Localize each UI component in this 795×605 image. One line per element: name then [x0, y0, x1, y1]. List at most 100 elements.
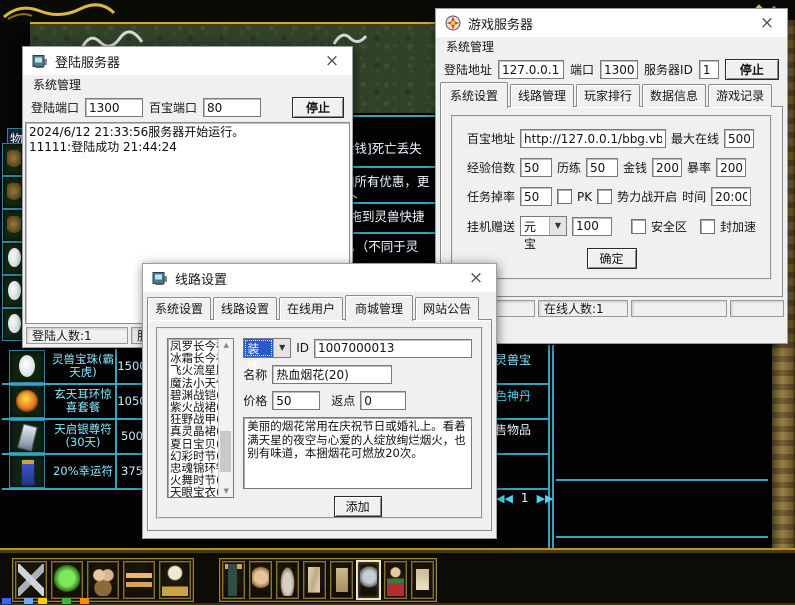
- login-port-input[interactable]: [85, 98, 144, 117]
- character-icon: [252, 564, 269, 596]
- toolbar-slot-craft[interactable]: [330, 561, 353, 599]
- bbg-port-input[interactable]: [203, 98, 262, 117]
- line-settings-tabs: 系统设置 线路设置 在线用户 商城管理 网站公告: [143, 295, 496, 321]
- menu-system-management[interactable]: 系统管理: [446, 38, 494, 55]
- toolbar-slot-pet[interactable]: [159, 561, 191, 599]
- line-settings-tab-2[interactable]: 线路设置: [213, 297, 278, 320]
- scrollbar-thumb[interactable]: [220, 430, 232, 472]
- toolbar-slot-forge[interactable]: [357, 561, 380, 599]
- max-online-input[interactable]: [724, 129, 755, 148]
- afk-gift-label: 挂机赠送: [467, 219, 516, 234]
- toolbar-group-left: [12, 558, 194, 602]
- mall-management-panel: 凤罗长今袍(女)冰霜长今袍(女)飞火流星服(男)魔法小天使(女)碧渊战铠(男)紫…: [147, 319, 492, 531]
- game-server-tab-2[interactable]: 线路管理: [510, 84, 575, 107]
- login-port-label: 登陆端口: [31, 101, 80, 115]
- afk-gift-type-select[interactable]: 元宝 ▼: [520, 216, 567, 251]
- game-server-tab-4[interactable]: 数据信息: [642, 84, 707, 107]
- toolbar-slot-attack[interactable]: [15, 561, 47, 599]
- line-settings-titlebar[interactable]: 线路设置 ×: [143, 264, 496, 292]
- shop-row[interactable]: 20%幸运符 375: [0, 454, 150, 488]
- money-rate-input[interactable]: [652, 158, 683, 177]
- faction-time-input[interactable]: [711, 187, 752, 206]
- stop-button[interactable]: 停止: [724, 59, 779, 80]
- minimap-dot: [80, 598, 89, 604]
- chevron-down-icon[interactable]: ▼: [548, 217, 566, 235]
- minimap-dot: [2, 598, 11, 604]
- faction-war-checkbox[interactable]: [597, 189, 613, 204]
- chevron-down-icon[interactable]: ▼: [273, 339, 291, 357]
- scroll-down-icon[interactable]: ▼: [219, 485, 233, 497]
- lilian-input[interactable]: [586, 158, 619, 177]
- page-prev-icon[interactable]: ◀◀: [496, 492, 513, 505]
- shop-item-name: 灵兽宝珠(霸天虎): [52, 352, 114, 379]
- bbg-port-label: 百宝端口: [149, 101, 198, 115]
- shop-row[interactable]: 灵兽宝珠(霸天虎) 1500: [0, 349, 150, 383]
- npc-icon: [387, 564, 404, 596]
- game-server-titlebar[interactable]: 游戏服务器 ×: [436, 9, 787, 37]
- price-input[interactable]: [272, 391, 321, 410]
- toolbar-slot-team[interactable]: [87, 561, 119, 599]
- exp-rate-label: 经验倍数: [467, 161, 516, 175]
- toolbar-slot-guild-flag[interactable]: [222, 561, 245, 599]
- close-icon[interactable]: ×: [465, 269, 487, 287]
- pet-icon: [162, 564, 188, 596]
- rebate-input[interactable]: [360, 391, 407, 410]
- toolbar-slot-bag[interactable]: [276, 561, 299, 599]
- game-server-tabs: 系统设置 线路管理 玩家排行 数据信息 游戏记录: [436, 82, 787, 108]
- login-address-label: 登陆地址: [444, 63, 493, 77]
- pk-checkbox[interactable]: [557, 189, 573, 204]
- line-settings-tab-5[interactable]: 网站公告: [415, 297, 480, 320]
- login-server-title: 登陆服务器: [55, 55, 121, 71]
- toolbar-slot-quest[interactable]: [303, 561, 326, 599]
- login-address-input[interactable]: [498, 60, 565, 79]
- quest-icon: [306, 564, 323, 596]
- toolbar-slot-trade[interactable]: [123, 561, 155, 599]
- game-server-tab-5[interactable]: 游戏记录: [708, 84, 773, 107]
- toolbar-group-right: [219, 558, 437, 602]
- line-settings-tab-3[interactable]: 在线用户: [279, 297, 344, 320]
- line-settings-tab-1[interactable]: 系统设置: [147, 297, 212, 320]
- bbg-address-input[interactable]: [520, 129, 667, 148]
- shop-row[interactable]: 玄天耳环惊喜套餐 1050: [0, 384, 150, 418]
- talisman-blue-icon: [9, 455, 45, 488]
- toolbar-slot-scroll[interactable]: [411, 561, 434, 599]
- add-button[interactable]: 添加: [333, 496, 382, 517]
- line-settings-tab-4[interactable]: 商城管理: [345, 295, 414, 321]
- category-select[interactable]: 装饰 ▼: [243, 338, 292, 373]
- stop-button[interactable]: 停止: [292, 97, 344, 118]
- page-next-icon[interactable]: ▶▶: [537, 492, 554, 505]
- toolbar-slot-skill[interactable]: [51, 561, 83, 599]
- item-name-input[interactable]: [272, 365, 393, 384]
- close-icon[interactable]: ×: [321, 52, 343, 70]
- game-server-tab-1[interactable]: 系统设置: [440, 82, 509, 108]
- task-drop-input[interactable]: [520, 187, 553, 206]
- minimap-dot: [62, 598, 71, 604]
- server-id-input[interactable]: [698, 60, 719, 79]
- login-server-titlebar[interactable]: 登陆服务器 ×: [23, 47, 352, 75]
- afk-gift-amount-input[interactable]: [571, 216, 612, 236]
- close-icon[interactable]: ×: [756, 14, 778, 32]
- game-client-screen: 明]金钱]死亡丢失符]所有优惠，更1个标拖到灵兽快捷猫。（不同于灵 灵兽宝珠(霸…: [0, 0, 795, 605]
- ok-button[interactable]: 确定: [586, 248, 637, 269]
- toolbar-slot-npc[interactable]: [384, 561, 407, 599]
- max-online-label: 最大在线: [671, 132, 720, 146]
- log-line: 11111:登陆成功 21:44:24: [29, 140, 177, 154]
- exp-rate-input[interactable]: [520, 158, 553, 177]
- list-scrollbar[interactable]: ▲ ▼: [218, 339, 234, 497]
- block-speed-checkbox[interactable]: [699, 218, 715, 234]
- item-description-box[interactable]: 美丽的烟花常用在庆祝节日或婚礼上。看着满天星的夜空与心爱的人绽放绚烂烟火，也别有…: [243, 417, 472, 489]
- mall-item-list[interactable]: 凤罗长今袍(女)冰霜长今袍(女)飞火流星服(男)魔法小天使(女)碧渊战铠(男)紫…: [167, 338, 235, 498]
- login-server-window-icon: [32, 55, 47, 68]
- guild-flag-icon: [225, 564, 242, 596]
- game-server-tab-3[interactable]: 玩家排行: [576, 84, 641, 107]
- port-input[interactable]: [600, 60, 639, 79]
- safe-zone-checkbox[interactable]: [630, 218, 646, 234]
- item-id-input[interactable]: [314, 338, 472, 358]
- scroll-up-icon[interactable]: ▲: [219, 339, 233, 351]
- crit-rate-input[interactable]: [716, 158, 747, 177]
- shop-item-name: 天启银尊符(30天): [54, 422, 112, 449]
- menu-system-management[interactable]: 系统管理: [33, 76, 81, 93]
- shop-row[interactable]: 天启银尊符(30天) 500: [0, 419, 150, 453]
- toolbar-slot-character[interactable]: [249, 561, 272, 599]
- login-count-status: 登陆人数:1: [26, 327, 128, 344]
